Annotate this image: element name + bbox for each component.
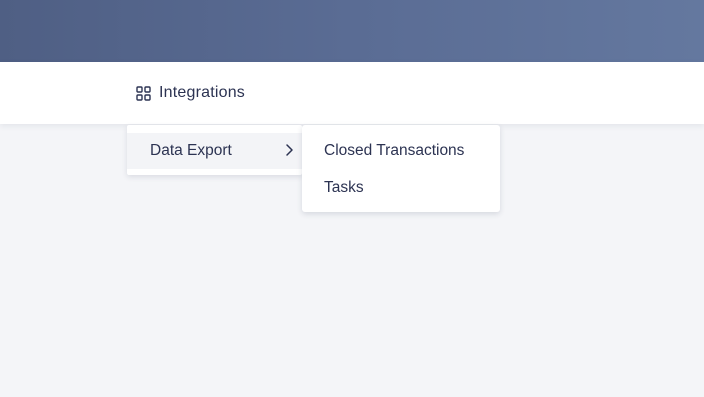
- nav-item-integrations[interactable]: Integrations: [136, 82, 245, 104]
- submenu-item-tasks[interactable]: Tasks: [324, 179, 364, 197]
- navigation-bar: Integrations: [0, 62, 704, 124]
- grid-icon: [136, 85, 151, 101]
- data-export-submenu: Closed Transactions Tasks: [302, 125, 500, 212]
- submenu-item-closed-transactions[interactable]: Closed Transactions: [324, 142, 464, 160]
- menu-item-data-export[interactable]: Data Export: [127, 133, 302, 169]
- chevron-right-icon: [284, 143, 294, 157]
- top-banner: [0, 0, 704, 62]
- menu-item-label: Data Export: [150, 142, 232, 159]
- integrations-dropdown-menu: Data Export: [127, 125, 302, 175]
- nav-item-label: Integrations: [159, 84, 246, 101]
